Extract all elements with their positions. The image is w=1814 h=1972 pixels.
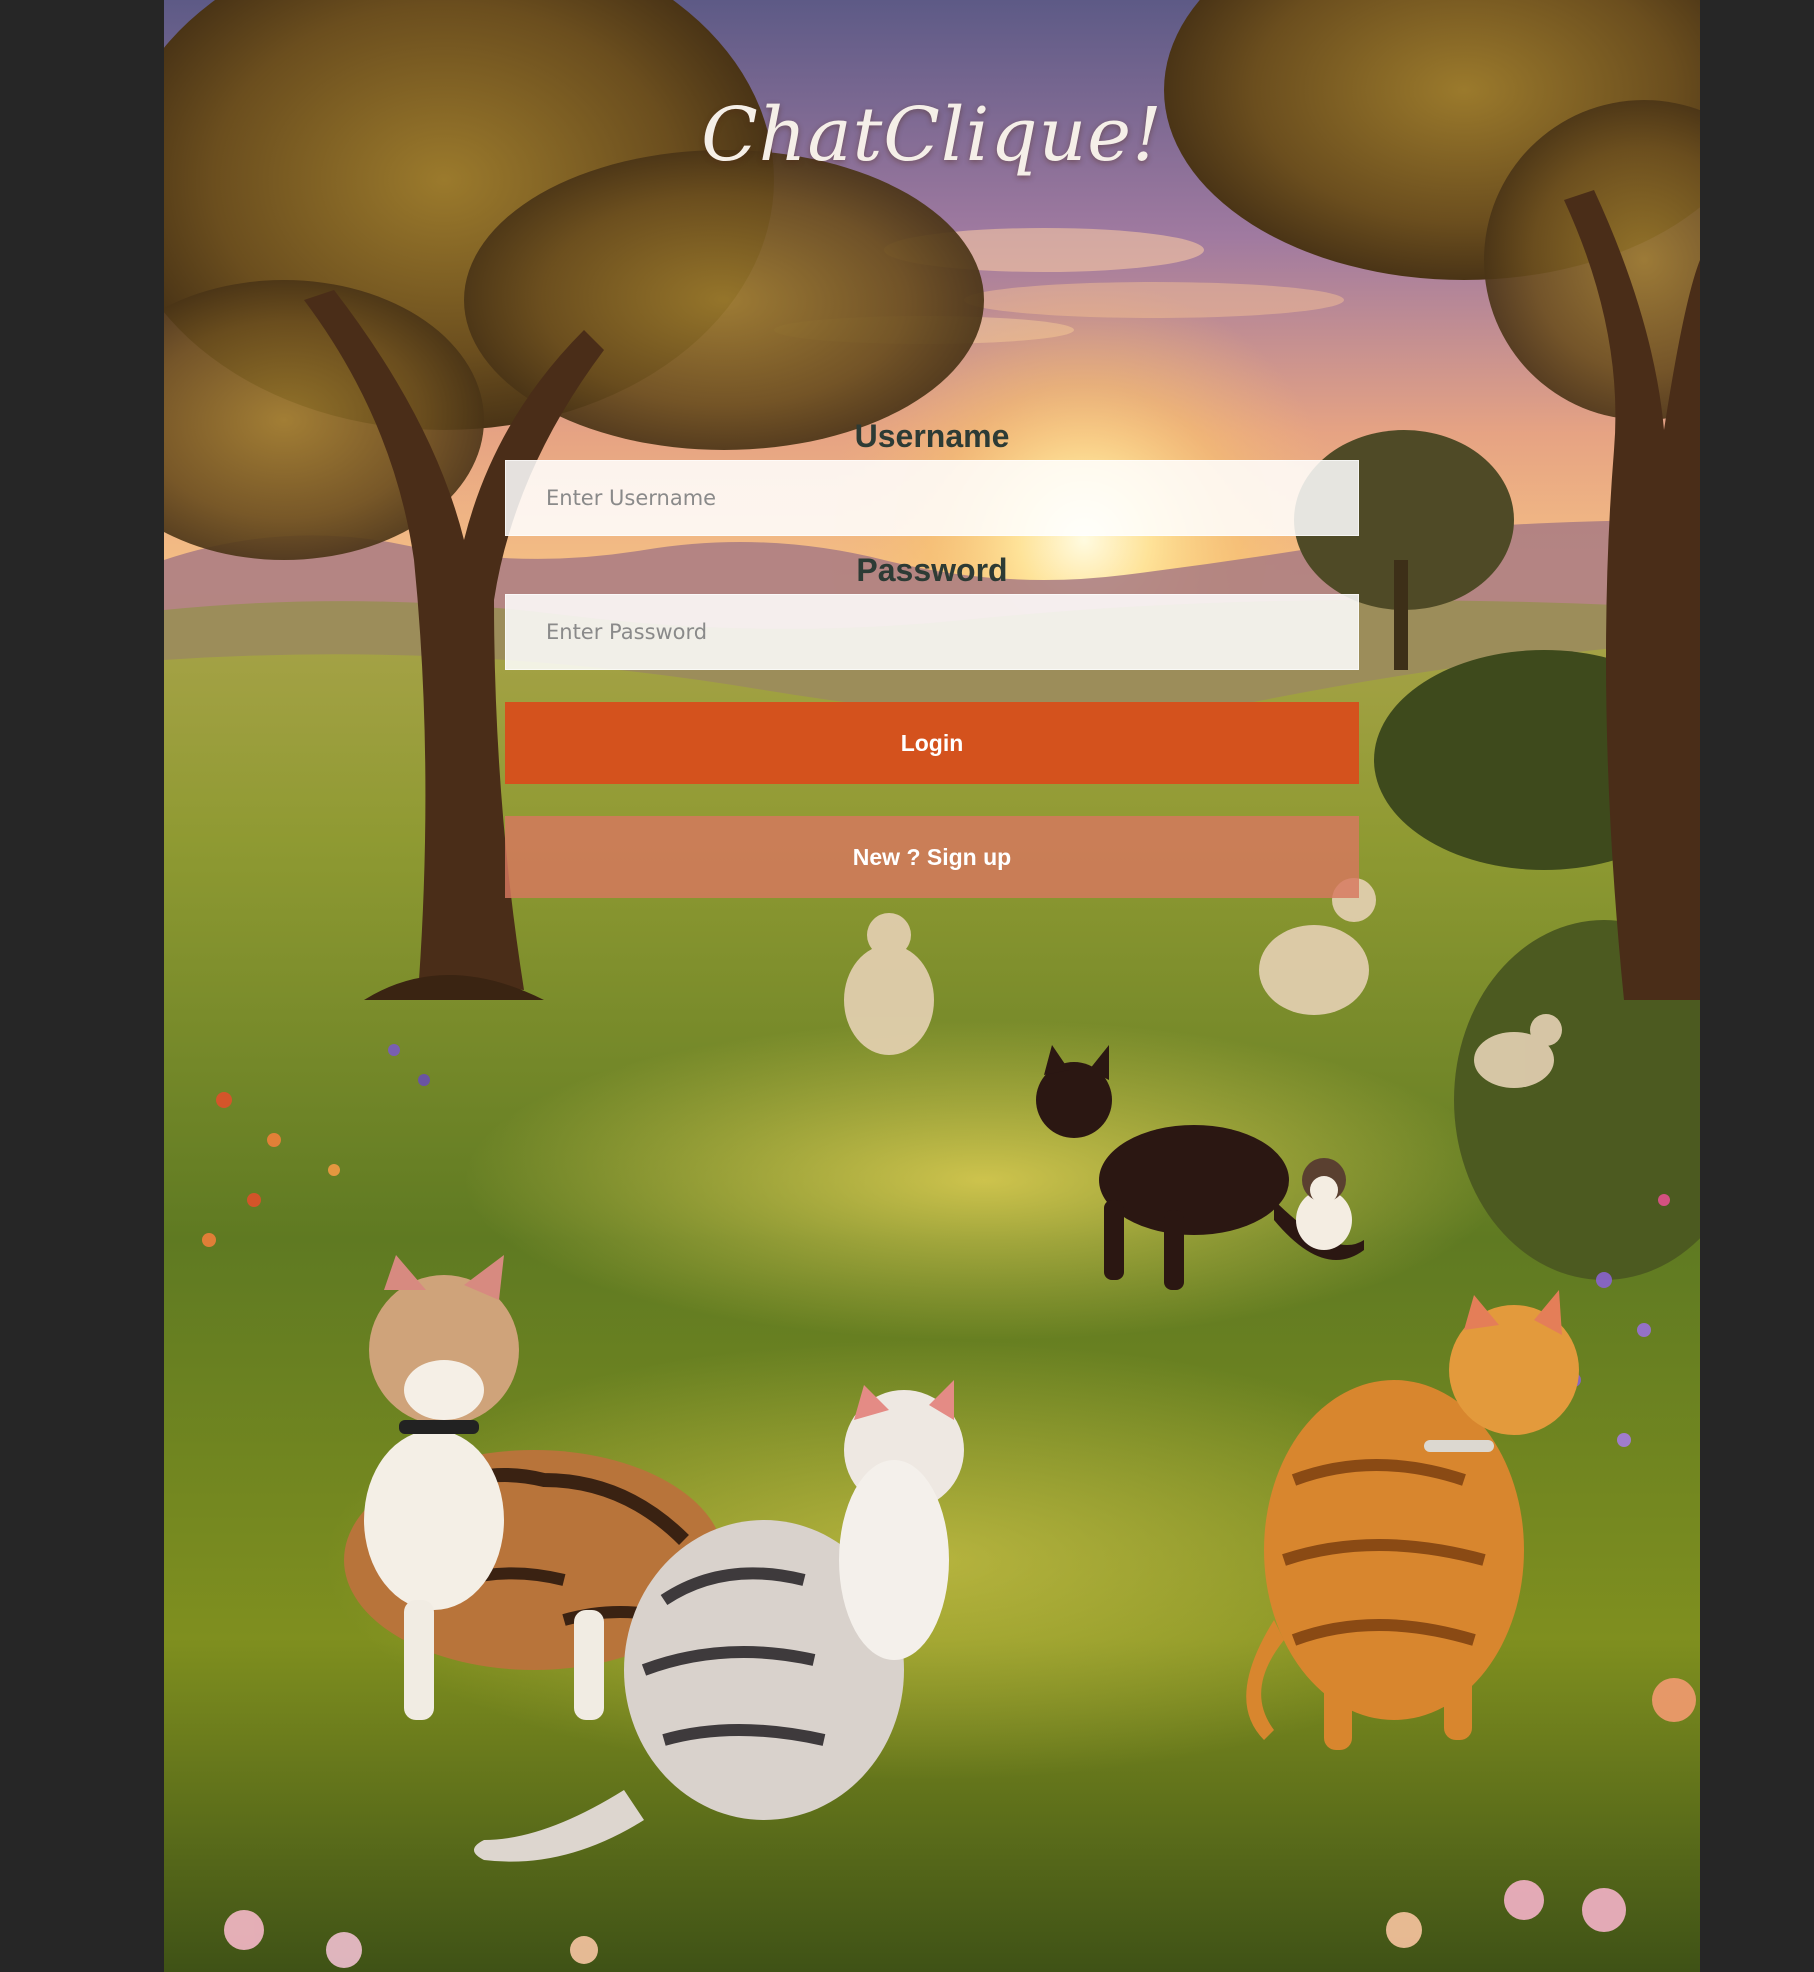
password-label: Password bbox=[856, 552, 1008, 588]
app-title: ChatClique! bbox=[701, 92, 1163, 178]
signup-button[interactable]: New ? Sign up bbox=[505, 816, 1359, 898]
username-label: Username bbox=[854, 418, 1010, 454]
login-button[interactable]: Login bbox=[505, 702, 1359, 784]
app-page: ChatClique! Username Password Login New … bbox=[164, 0, 1700, 1972]
background-illustration bbox=[164, 0, 1700, 1972]
password-input[interactable] bbox=[505, 594, 1359, 670]
login-form: Username Password Login New ? Sign up bbox=[505, 412, 1359, 898]
username-input[interactable] bbox=[505, 460, 1359, 536]
